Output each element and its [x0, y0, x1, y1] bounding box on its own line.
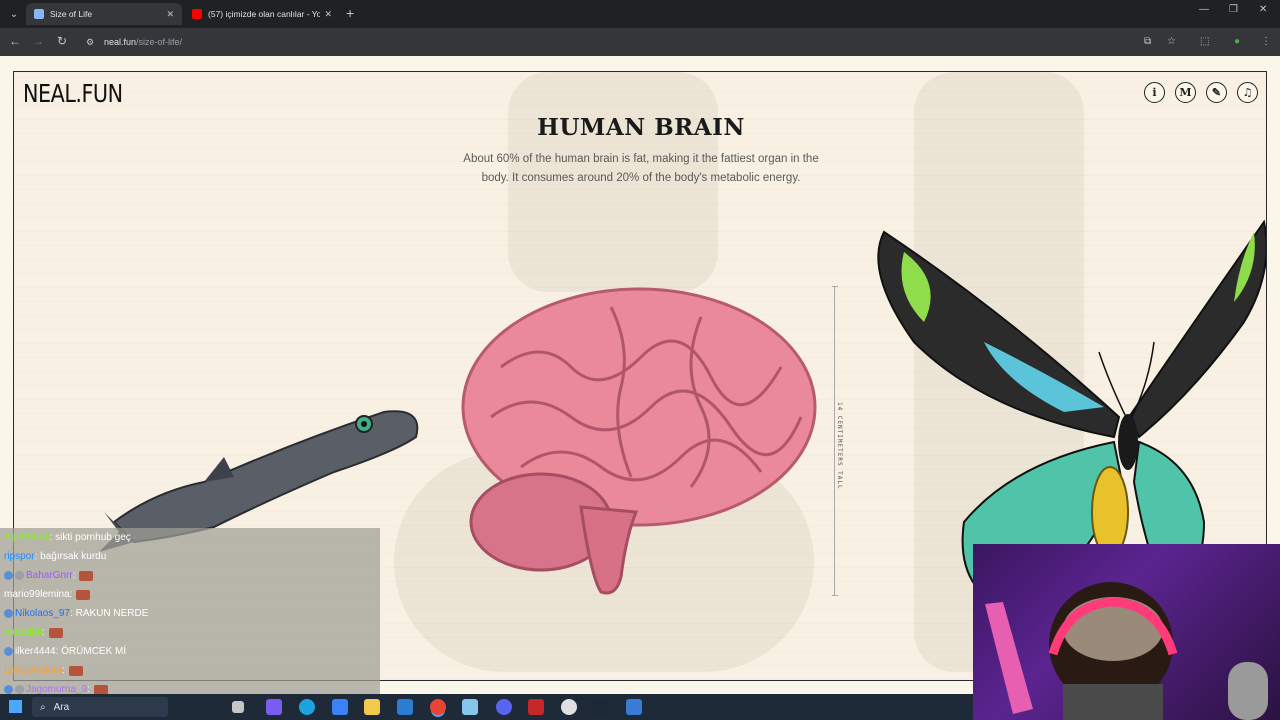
info-icon[interactable]: i — [1144, 82, 1165, 103]
chat-badge-icon — [15, 571, 24, 580]
organism-description: About 60% of the human brain is fat, mak… — [463, 153, 819, 184]
medium-glyph: M — [1179, 86, 1192, 99]
chat-username: mario99lemina — [4, 589, 70, 600]
forward-icon[interactable]: → — [30, 34, 46, 48]
chat-text: : bağırsak kurdu — [34, 551, 107, 562]
chat-emote-icon — [68, 665, 83, 676]
copilot-icon[interactable] — [266, 699, 282, 715]
chat-badge-icon — [15, 685, 24, 694]
tab-favicon-icon — [34, 9, 44, 19]
chat-text: : RAKUN NERDE — [70, 608, 149, 619]
tab-strip: ⌄ Size of Life ✕ (57) içimizde olan canl… — [0, 0, 1280, 28]
store-icon[interactable] — [332, 699, 348, 715]
chat-username: Lonelyerdem — [4, 665, 62, 676]
tab-title: (57) içimizde olan canlılar - You — [208, 9, 321, 19]
tab-search-icon[interactable]: ⌄ — [4, 4, 24, 24]
extensions-icon[interactable]: ⬚ — [1200, 36, 1209, 47]
chat-message: ilker4444 : ÖRÜMCEK Mİ — [0, 642, 380, 661]
close-window-icon[interactable]: ✕ — [1259, 4, 1267, 15]
chat-emote-icon — [76, 589, 91, 600]
url-host: neal.fun — [104, 37, 137, 47]
outlook-icon[interactable] — [397, 699, 413, 715]
shark-illustration[interactable] — [94, 352, 424, 552]
reload-icon[interactable]: ↻ — [54, 34, 70, 48]
steam-icon[interactable] — [593, 699, 609, 715]
music-glyph: ♫ — [1242, 86, 1253, 99]
pencil-icon[interactable]: ✎ — [1206, 82, 1227, 103]
close-tab-icon[interactable]: ✕ — [324, 9, 332, 20]
profile-icon[interactable]: ● — [1234, 36, 1240, 47]
new-tab-button[interactable]: + — [346, 5, 354, 21]
chat-message: mario99lemina : — [0, 585, 380, 604]
chat-message: ripspor : bağırsak kurdu — [0, 547, 380, 566]
taskbar-search[interactable]: ⌕ Ara — [32, 697, 168, 717]
chat-emote-icon — [79, 570, 94, 581]
edge-icon[interactable] — [299, 699, 315, 715]
chat-message: Lonelyerdem : — [0, 661, 380, 680]
chat-username: Nikolaos_97 — [15, 608, 71, 619]
chat-username: Alper0634 — [4, 532, 50, 543]
webcam-feed — [985, 582, 1268, 720]
restore-icon[interactable]: ❐ — [1229, 4, 1238, 15]
music-mute-icon[interactable]: ♫ — [1237, 82, 1258, 103]
url-text: neal.fun/size-of-life/ — [104, 37, 182, 47]
chat-text: : ÖRÜMCEK Mİ — [55, 646, 127, 657]
translate-icon[interactable]: ⧉ — [1144, 36, 1151, 47]
close-tab-icon[interactable]: ✕ — [166, 9, 174, 20]
chat-username: ripspor — [4, 551, 35, 562]
neal-fun-logo[interactable]: NEAL.FUN — [23, 79, 123, 108]
site-info-icon[interactable]: ⚙ — [82, 37, 98, 48]
chat-badge-icon — [4, 647, 13, 656]
minimize-icon[interactable]: — — [1199, 4, 1209, 15]
notes-icon[interactable] — [462, 699, 478, 715]
chat-badge-icon — [4, 571, 13, 580]
human-brain-illustration[interactable] — [461, 277, 821, 607]
obs-icon[interactable] — [561, 699, 577, 715]
address-bar[interactable]: ⚙ neal.fun/size-of-life/ — [82, 31, 1260, 53]
bookmark-star-icon[interactable]: ☆ — [1167, 36, 1176, 47]
ruler-label: 14 CENTIMETERS TALL — [836, 402, 843, 490]
stream-chat-overlay: Alper0634 : sikti pornhub geç ripspor : b… — [0, 528, 380, 695]
tab-title: Size of Life — [50, 9, 93, 19]
chat-username: BaharGnrr — [26, 570, 73, 581]
windows-start-icon[interactable] — [9, 700, 22, 713]
tab-size-of-life[interactable]: Size of Life ✕ — [26, 3, 182, 25]
recorder-icon[interactable] — [528, 699, 544, 715]
chat-badge-icon — [4, 685, 13, 694]
chat-emote-icon — [93, 684, 108, 695]
chat-username: mutedlol — [4, 627, 42, 638]
pencil-glyph: ✎ — [1211, 86, 1222, 99]
chat-text: : — [69, 589, 73, 600]
windows-taskbar: ⌕ Ara — [0, 694, 973, 720]
chrome-icon[interactable] — [430, 699, 446, 715]
chat-text: : — [72, 570, 76, 581]
file-explorer-icon[interactable] — [364, 699, 380, 715]
youtube-icon — [192, 9, 202, 19]
chat-text: : — [41, 627, 45, 638]
browser-toolbar: ← → ↻ ⚙ neal.fun/size-of-life/ ⧉ ☆ ⬚ ● ⋮ — [0, 28, 1280, 56]
chat-message: Nikolaos_97 : RAKUN NERDE — [0, 604, 380, 623]
chat-message: Alper0634 : sikti pornhub geç — [0, 528, 380, 547]
chat-text: : — [61, 665, 65, 676]
tab-youtube[interactable]: (57) içimizde olan canlılar - You ✕ — [184, 3, 340, 25]
calculator-icon[interactable] — [626, 699, 642, 715]
info-glyph: i — [1152, 86, 1157, 99]
discord-icon[interactable] — [496, 699, 512, 715]
taskbar-search-placeholder: Ara — [53, 701, 70, 713]
menu-icon[interactable]: ⋮ — [1261, 36, 1271, 47]
medium-icon[interactable]: M — [1175, 82, 1196, 103]
url-path: /size-of-life/ — [136, 37, 183, 47]
streamer-webcam — [973, 544, 1280, 720]
chat-text: : sikti pornhub geç — [49, 532, 131, 543]
chat-message: mutedlol : — [0, 623, 380, 642]
task-view-icon[interactable] — [232, 701, 244, 713]
chat-emote-icon — [48, 627, 63, 638]
chat-message: BaharGnrr : — [0, 566, 380, 585]
search-icon: ⌕ — [40, 701, 46, 713]
back-icon[interactable]: ← — [7, 34, 23, 48]
chat-badge-icon — [4, 609, 13, 618]
page-title: HUMAN BRAIN — [537, 114, 745, 141]
chat-username: ilker4444 — [15, 646, 56, 657]
